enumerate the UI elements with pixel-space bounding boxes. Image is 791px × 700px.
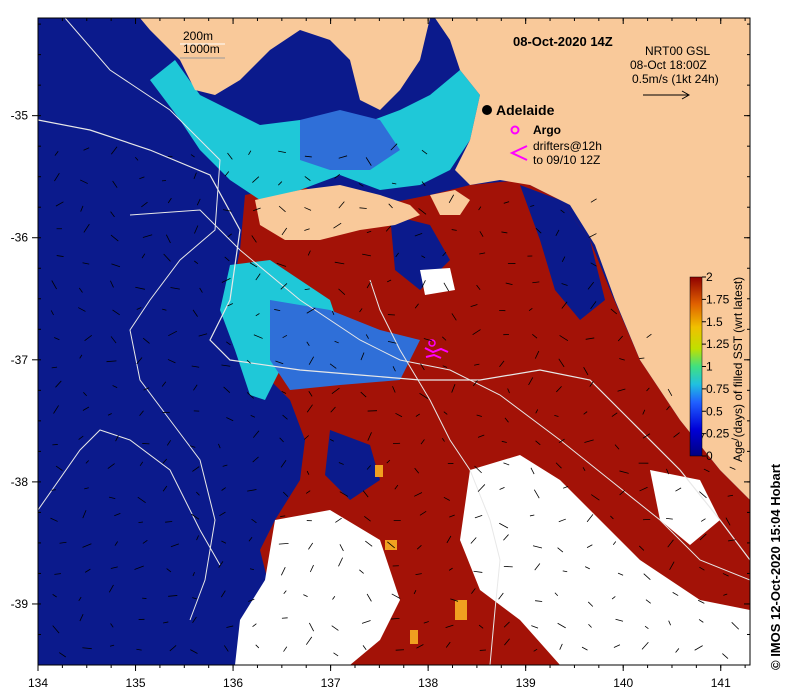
lon-tick-label: 138 [418, 676, 438, 690]
drifters-label-2: to 09/10 12Z [533, 153, 600, 167]
drifters-label-1: drifters@12h [533, 139, 602, 153]
map-title: 08-Oct-2020 14Z [513, 34, 613, 49]
lat-tick-label: -37 [11, 353, 29, 367]
argo-label: Argo [533, 123, 561, 137]
adelaide-marker [482, 105, 492, 115]
lat-tick-label: -36 [11, 231, 29, 245]
lat-tick-label: -38 [11, 475, 29, 489]
colorbar-tick-label: 2 [706, 270, 713, 284]
current-vector [51, 489, 56, 491]
colorbar-tick-label: 1 [706, 360, 713, 374]
lat-tick-label: -35 [11, 109, 29, 123]
lon-tick-label: 139 [516, 676, 536, 690]
current-legend-source: NRT00 GSL [645, 44, 710, 58]
colorbar-tick-label: 0.5 [706, 404, 723, 418]
orange-sst-patch [410, 630, 418, 644]
lon-tick-label: 136 [223, 676, 243, 690]
current-legend-time: 08-Oct 18:00Z [630, 58, 707, 72]
current-legend-scale: 0.5m/s (1kt 24h) [632, 72, 719, 86]
map-area [38, 18, 750, 665]
orange-sst-patch [375, 465, 383, 477]
current-vector [639, 357, 645, 359]
adelaide-label: Adelaide [496, 102, 555, 118]
colorbar [689, 276, 703, 457]
colorbar-tick-label: 1.75 [706, 292, 730, 306]
colorbar-tick-label: 0 [706, 449, 713, 463]
colorbar-tick-label: 1.5 [706, 315, 723, 329]
lon-tick-label: 137 [321, 676, 341, 690]
colorbar-tick-label: 0.25 [706, 427, 730, 441]
orange-sst-patch [455, 600, 467, 620]
colorbar-label: Age (days) of filled SST (wrt latest) [731, 276, 745, 462]
colorbar-tick-label: 0.75 [706, 382, 730, 396]
lat-tick-label: -39 [11, 597, 29, 611]
depth-legend-200m: 200m [183, 29, 213, 43]
lon-tick-label: 135 [126, 676, 146, 690]
lon-tick-label: 141 [711, 676, 731, 690]
current-vector [503, 565, 513, 568]
lon-tick-label: 140 [613, 676, 633, 690]
credit-line: © IMOS 12-Oct-2020 15:04 Hobart [768, 463, 783, 670]
colorbar-tick-label: 1.25 [706, 337, 730, 351]
lon-tick-label: 134 [28, 676, 48, 690]
sst-map-figure: 200m 1000m 08-Oct-2020 14Z NRT00 GSL 08-… [11, 17, 751, 690]
